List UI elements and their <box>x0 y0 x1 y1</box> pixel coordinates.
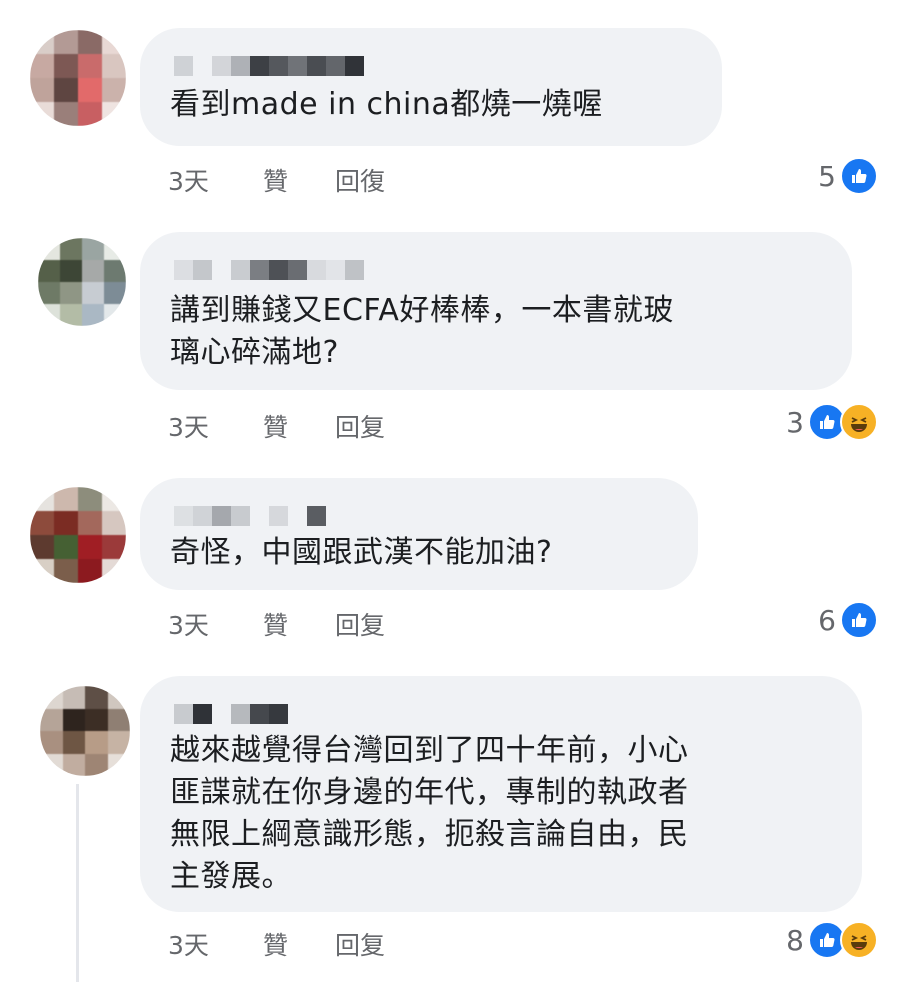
reply-button[interactable]: 回复 <box>335 926 385 962</box>
comment-bubble: 講到賺錢又ECFA好棒棒，一本書就玻 璃心碎滿地? <box>140 232 852 390</box>
reply-button[interactable]: 回复 <box>335 606 385 642</box>
haha-icon <box>840 921 878 959</box>
haha-icon <box>840 403 878 441</box>
reaction-summary[interactable]: 3 <box>786 403 878 441</box>
thread-line <box>76 784 79 982</box>
like-button[interactable]: 贊 <box>263 162 335 198</box>
comment-text: 看到made in china都燒一燒喔 <box>170 87 603 122</box>
comment-text: 講到賺錢又ECFA好棒棒，一本書就玻 璃心碎滿地? <box>170 293 674 370</box>
comment-bubble: 看到made in china都燒一燒喔 <box>140 28 722 146</box>
comment-actions: 3天 贊 回复 <box>168 408 385 444</box>
comment-actions: 3天 贊 回復 <box>168 162 385 198</box>
reply-button[interactable]: 回復 <box>335 162 385 198</box>
reply-button[interactable]: 回复 <box>335 408 385 444</box>
reaction-count: 6 <box>818 603 836 637</box>
comment-bubble: 奇怪，中國跟武漢不能加油? <box>140 478 698 590</box>
commenter-name-redacted[interactable] <box>174 56 690 76</box>
avatar[interactable] <box>30 487 126 583</box>
reaction-count: 8 <box>786 923 804 957</box>
like-button[interactable]: 贊 <box>263 606 335 642</box>
thumbs-up-icon <box>840 601 878 639</box>
commenter-name-redacted[interactable] <box>174 506 666 526</box>
comment-timestamp: 3天 <box>168 167 209 196</box>
comment-timestamp: 3天 <box>168 611 209 640</box>
avatar[interactable] <box>40 686 130 776</box>
comment-actions: 3天 贊 回复 <box>168 926 385 962</box>
reaction-summary[interactable]: 8 <box>786 921 878 959</box>
comment-actions: 3天 贊 回复 <box>168 606 385 642</box>
reaction-count: 3 <box>786 405 804 439</box>
commenter-name-redacted[interactable] <box>174 704 830 724</box>
comment-text: 奇怪，中國跟武漢不能加油? <box>170 535 553 570</box>
commenter-name-redacted[interactable] <box>174 260 820 280</box>
like-button[interactable]: 贊 <box>263 408 335 444</box>
avatar[interactable] <box>38 238 126 326</box>
like-button[interactable]: 贊 <box>263 926 335 962</box>
comment-timestamp: 3天 <box>168 931 209 960</box>
reaction-count: 5 <box>818 159 836 193</box>
thumbs-up-icon <box>840 157 878 195</box>
reaction-summary[interactable]: 5 <box>818 157 878 195</box>
comment-text: 越來越覺得台灣回到了四十年前，小心 匪諜就在你身邊的年代，專制的執政者 無限上綱… <box>170 733 689 894</box>
avatar[interactable] <box>30 30 126 126</box>
reaction-summary[interactable]: 6 <box>818 601 878 639</box>
comment-bubble: 越來越覺得台灣回到了四十年前，小心 匪諜就在你身邊的年代，專制的執政者 無限上綱… <box>140 676 862 912</box>
comment-timestamp: 3天 <box>168 413 209 442</box>
